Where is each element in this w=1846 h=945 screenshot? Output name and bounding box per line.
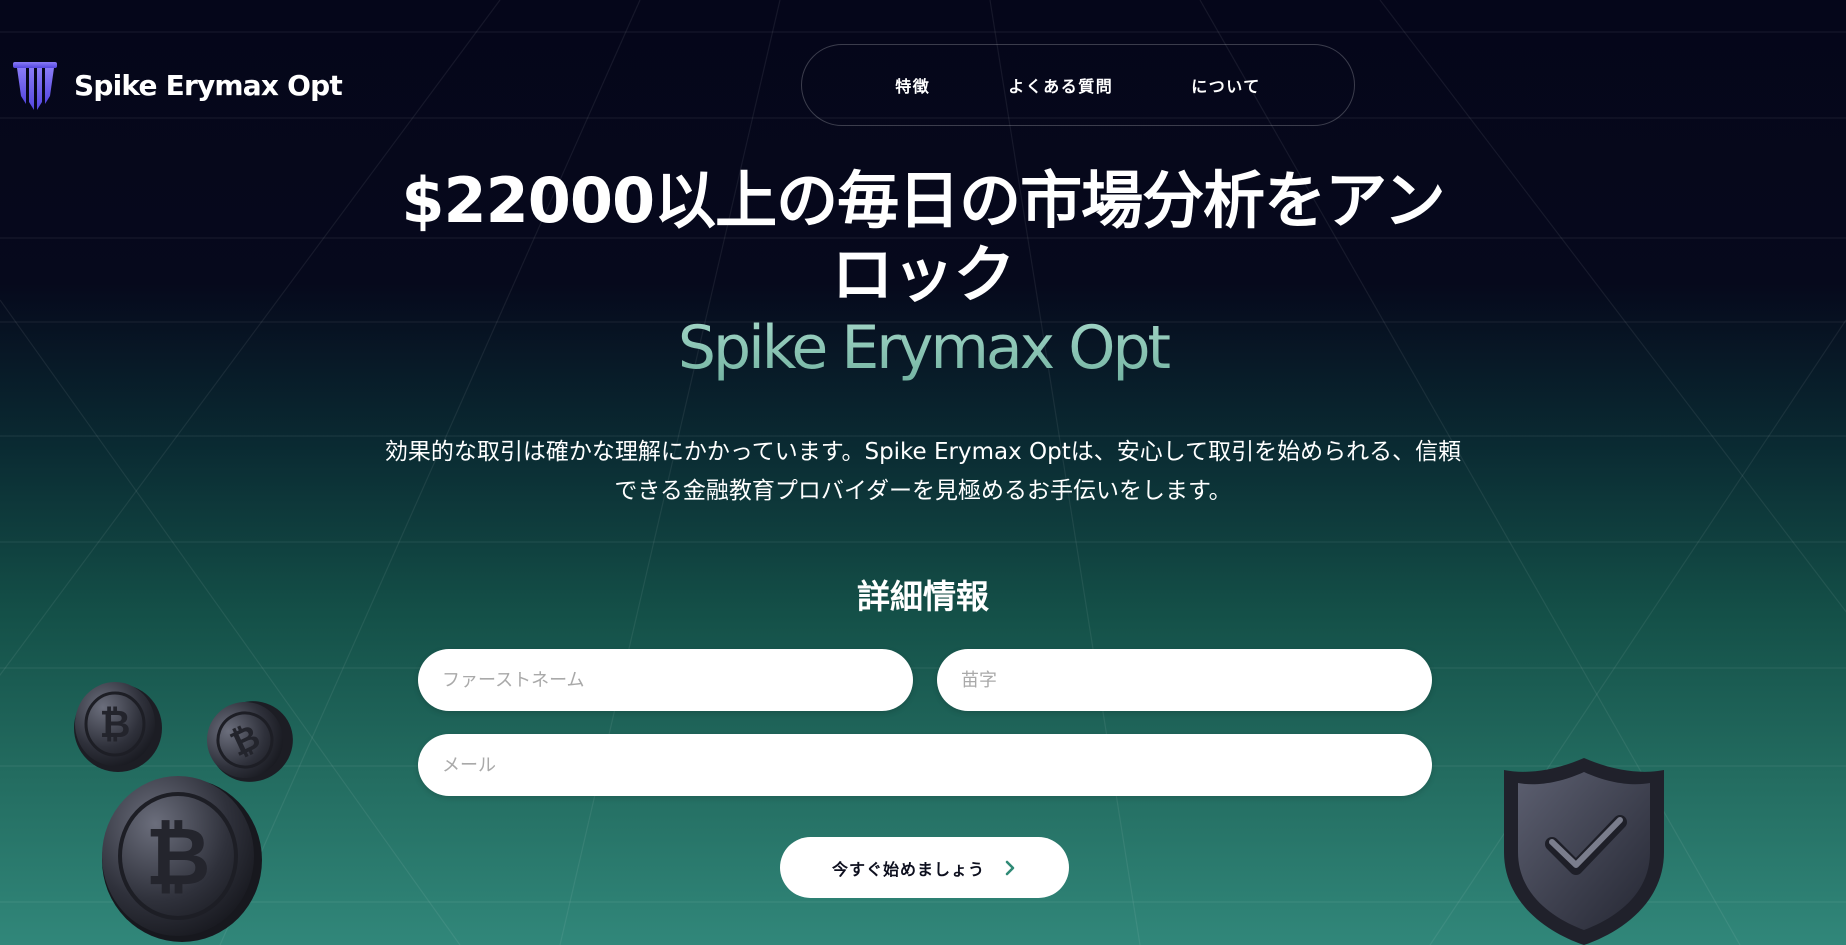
svg-text:₿: ₿ [145,810,210,903]
hero-description-line-1: 効果的な取引は確かな理解にかかっています。Spike Erymax Optは、安… [384,439,1462,465]
main-nav: 特徴 よくある質問 について [801,44,1355,126]
nav-link-about[interactable]: について [1191,73,1261,97]
last-name-input[interactable] [937,649,1432,711]
svg-text:₿: ₿ [100,702,131,746]
hero-brand-subtitle: Spike Erymax Opt [373,312,1473,384]
email-input[interactable] [418,734,1432,796]
form-title: 詳細情報 [857,577,989,616]
submit-button[interactable]: 今すぐ始めましょう [780,837,1069,898]
shield-check-icon [1504,758,1664,945]
hero-description: 効果的な取引は確かな理解にかかっています。Spike Erymax Optは、安… [363,433,1483,511]
submit-button-label: 今すぐ始めましょう [831,859,985,879]
brand-logo-icon [13,62,57,110]
hero-description-line-2: できる金融教育プロバイダーを見極めるお手伝いをします。 [614,478,1232,504]
brand-logo[interactable]: Spike Erymax Opt [12,60,343,110]
bitcoin-coins-icon: ₿ ₿ ₿ [74,682,293,942]
hero-headline: $22000以上の毎日の市場分析をアンロック [401,164,1445,311]
nav-link-features[interactable]: 特徴 [895,73,930,97]
landing-page: Spike Erymax Opt 特徴 よくある質問 について $22000以上… [0,0,1846,945]
brand-name: Spike Erymax Opt [74,68,343,102]
chevron-right-icon [1005,860,1015,875]
nav-link-faq[interactable]: よくある質問 [1008,73,1113,97]
first-name-input[interactable] [418,649,913,711]
